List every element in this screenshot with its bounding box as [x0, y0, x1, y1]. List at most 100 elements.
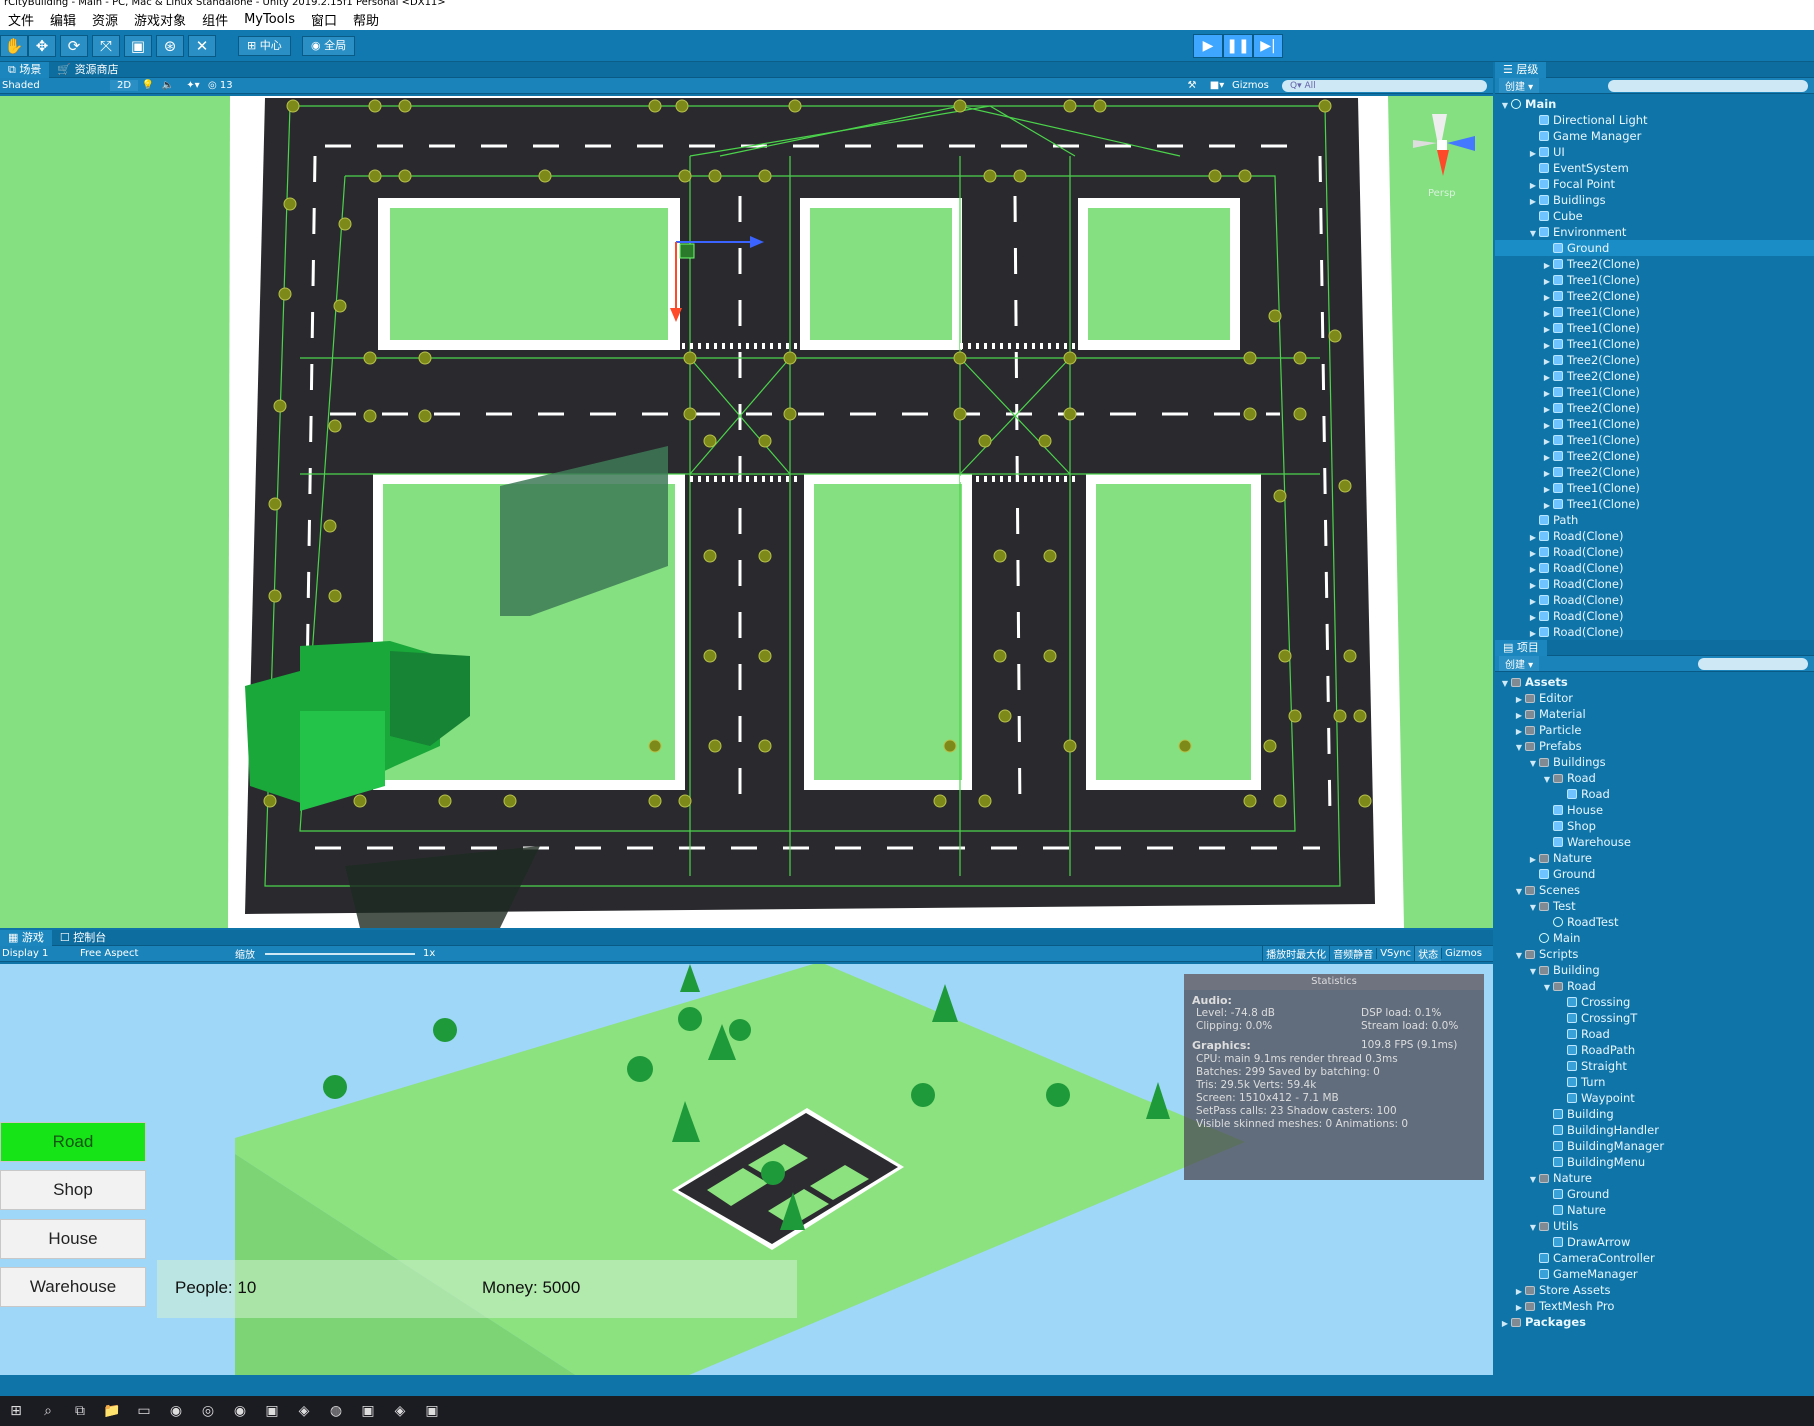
app-red-icon[interactable]: ▣ — [416, 1398, 448, 1424]
project-item[interactable]: BuildingHandler — [1495, 1122, 1814, 1138]
hierarchy-item[interactable]: EventSystem — [1495, 160, 1814, 176]
transform-tool-icon[interactable]: ⊛ — [156, 35, 184, 57]
rect-tool-icon[interactable]: ▣ — [124, 35, 152, 57]
display-dropdown[interactable]: Display 1 — [0, 948, 80, 959]
project-item[interactable]: ▼ Road — [1495, 978, 1814, 994]
house-build-button[interactable]: House — [0, 1219, 146, 1259]
lighting-toggle-icon[interactable]: 💡 — [138, 80, 158, 91]
hierarchy-item[interactable]: ▶ Road(Clone) — [1495, 560, 1814, 576]
tools-icon[interactable]: ⚒ — [1182, 80, 1202, 91]
project-item[interactable]: ▼ Assets — [1495, 674, 1814, 690]
project-item[interactable]: ▼ Scripts — [1495, 946, 1814, 962]
custom-tool-icon[interactable]: ✕ — [188, 35, 216, 57]
tab-console[interactable]: ☐ 控制台 — [52, 930, 114, 946]
hierarchy-item[interactable]: Ground — [1495, 240, 1814, 256]
pause-button[interactable]: ❚❚ — [1223, 34, 1253, 58]
gizmos-dropdown[interactable]: Gizmos — [1232, 80, 1282, 91]
project-item[interactable]: RoadTest — [1495, 914, 1814, 930]
stats-toggle[interactable]: 状态 — [1414, 946, 1442, 961]
effects-toggle-icon[interactable]: ✦▾ — [178, 80, 208, 91]
project-item[interactable]: Ground — [1495, 866, 1814, 882]
hierarchy-item[interactable]: ▶ UI — [1495, 144, 1814, 160]
menu-help[interactable]: 帮助 — [345, 10, 387, 29]
project-item[interactable]: GameManager — [1495, 1266, 1814, 1282]
shading-mode-dropdown[interactable]: Shaded — [0, 80, 110, 91]
file-explorer-icon[interactable]: 📁 — [96, 1398, 128, 1424]
hierarchy-item[interactable]: ▶ Road(Clone) — [1495, 544, 1814, 560]
play-button[interactable]: ▶ — [1193, 34, 1223, 58]
project-item[interactable]: Main — [1495, 930, 1814, 946]
camera-icon[interactable]: ■▾ — [1202, 80, 1232, 91]
hierarchy-item[interactable]: Game Manager — [1495, 128, 1814, 144]
tab-asset-store[interactable]: 🛒 资源商店 — [49, 62, 126, 78]
game-gizmos-dropdown[interactable]: Gizmos — [1441, 948, 1485, 959]
hierarchy-item[interactable]: ▶ Focal Point — [1495, 176, 1814, 192]
hierarchy-item[interactable]: ▶ Tree2(Clone) — [1495, 464, 1814, 480]
2d-toggle[interactable]: 2D — [110, 80, 138, 91]
rider-icon[interactable]: ▣ — [352, 1398, 384, 1424]
hierarchy-item[interactable]: ▶ Tree1(Clone) — [1495, 480, 1814, 496]
hierarchy-item[interactable]: ▶ Tree2(Clone) — [1495, 256, 1814, 272]
hierarchy-item[interactable]: ▶ Road(Clone) — [1495, 528, 1814, 544]
menu-file[interactable]: 文件 — [0, 10, 42, 29]
wechat-icon[interactable]: ◎ — [192, 1398, 224, 1424]
project-item[interactable]: ▼ Prefabs — [1495, 738, 1814, 754]
task-view-icon[interactable]: ⧉ — [64, 1398, 96, 1424]
menu-mytools[interactable]: MyTools — [236, 12, 303, 27]
hierarchy-item[interactable]: ▶ Tree1(Clone) — [1495, 384, 1814, 400]
project-item[interactable]: ▼ Building — [1495, 962, 1814, 978]
hierarchy-item[interactable]: ▶ Tree1(Clone) — [1495, 272, 1814, 288]
menu-gameobject[interactable]: 游戏对象 — [126, 10, 194, 29]
project-create-dropdown[interactable]: 创建 ▾ — [1499, 656, 1540, 671]
game-viewport[interactable]: Road Shop House Warehouse People: 10 Mon… — [0, 964, 1493, 1375]
shop-build-button[interactable]: Shop — [0, 1170, 146, 1210]
hierarchy-item[interactable]: ▶ Tree2(Clone) — [1495, 400, 1814, 416]
hierarchy-item[interactable]: ▼ Environment — [1495, 224, 1814, 240]
project-item[interactable]: ▼ Nature — [1495, 1170, 1814, 1186]
project-item[interactable]: ▶ Store Assets — [1495, 1282, 1814, 1298]
unity-icon[interactable]: ◈ — [288, 1398, 320, 1424]
tab-hierarchy[interactable]: ☰ 层级 — [1495, 61, 1547, 78]
project-item[interactable]: CameraController — [1495, 1250, 1814, 1266]
project-item[interactable]: Road — [1495, 1026, 1814, 1042]
project-item[interactable]: ▼ Road — [1495, 770, 1814, 786]
mute-audio-toggle[interactable]: 音频静音 — [1329, 946, 1376, 961]
app-icon[interactable]: ▣ — [256, 1398, 288, 1424]
pivot-global-toggle[interactable]: ◉ 全局 — [302, 36, 356, 56]
project-search-input[interactable] — [1698, 657, 1808, 670]
hierarchy-search-input[interactable] — [1608, 79, 1808, 92]
project-item[interactable]: Straight — [1495, 1058, 1814, 1074]
project-item[interactable]: Crossing — [1495, 994, 1814, 1010]
hierarchy-item[interactable]: Directional Light — [1495, 112, 1814, 128]
aspect-dropdown[interactable]: Free Aspect — [80, 948, 235, 959]
chrome-icon-2[interactable]: ◉ — [224, 1398, 256, 1424]
chrome-icon[interactable]: ◉ — [160, 1398, 192, 1424]
project-item[interactable]: ▼ Buildings — [1495, 754, 1814, 770]
expand-arrow-icon[interactable]: ▶ — [1499, 1316, 1511, 1332]
project-item[interactable]: ▶ Nature — [1495, 850, 1814, 866]
scene-root-item[interactable]: ▼ Main — [1495, 96, 1814, 112]
hidden-objects-count[interactable]: ◎ 13 — [208, 80, 248, 91]
hierarchy-item[interactable]: ▶ Tree1(Clone) — [1495, 336, 1814, 352]
scene-search-input[interactable]: Q▾ All — [1282, 79, 1487, 92]
project-item[interactable]: Building — [1495, 1106, 1814, 1122]
scale-slider[interactable] — [265, 952, 415, 955]
hierarchy-item[interactable]: ▶ Road(Clone) — [1495, 592, 1814, 608]
scene-viewport[interactable]: Persp — [0, 96, 1493, 928]
project-item[interactable]: ▼ Scenes — [1495, 882, 1814, 898]
vsync-toggle[interactable]: VSync — [1376, 948, 1414, 959]
terminal-icon[interactable]: ▭ — [128, 1398, 160, 1424]
project-item[interactable]: ▶ Editor — [1495, 690, 1814, 706]
scale-tool-icon[interactable]: ⤧ — [92, 35, 120, 57]
project-item[interactable]: BuildingMenu — [1495, 1154, 1814, 1170]
unity-hub-icon[interactable]: ◈ — [384, 1398, 416, 1424]
hierarchy-item[interactable]: ▶ Tree1(Clone) — [1495, 496, 1814, 512]
project-item[interactable]: Waypoint — [1495, 1090, 1814, 1106]
pivot-center-toggle[interactable]: ⊞ 中心 — [238, 36, 291, 56]
menu-window[interactable]: 窗口 — [303, 10, 345, 29]
persp-label[interactable]: Persp — [1428, 188, 1456, 199]
project-item[interactable]: ▶ Packages — [1495, 1314, 1814, 1330]
hierarchy-item[interactable]: ▶ Tree2(Clone) — [1495, 352, 1814, 368]
project-item[interactable]: Road — [1495, 786, 1814, 802]
move-tool-icon[interactable]: ✥ — [28, 35, 56, 57]
